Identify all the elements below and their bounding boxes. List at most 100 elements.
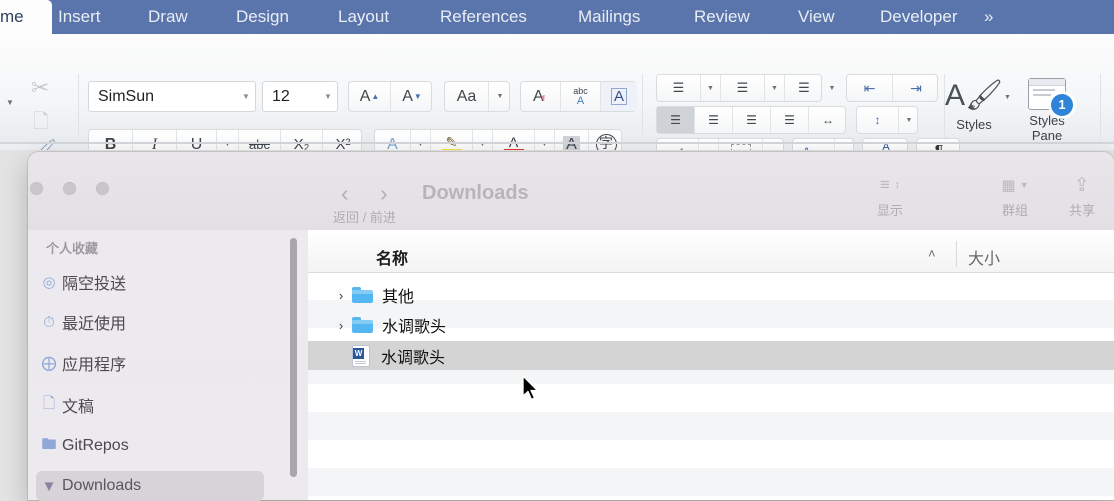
paragraph-shading-button[interactable]: ◢ [657,139,699,150]
tab-view[interactable]: View [798,0,835,34]
clear-formatting-button[interactable]: A ◐ [521,82,561,111]
disclosure-triangle-icon[interactable]: › [330,318,352,333]
view-options-button[interactable]: ≡ ↕ 显示 [860,174,920,219]
text-effects-button[interactable]: A [375,130,411,150]
tab-mailings[interactable]: Mailings [578,0,640,34]
tab-references[interactable]: References [440,0,527,34]
phonetic-guide-button[interactable]: abc A [561,82,601,111]
multilevel-list-button[interactable]: ☰ [785,75,823,101]
back-button[interactable]: ‹ [341,180,349,207]
bold-button[interactable]: B [89,130,133,150]
bullet-list-icon: ☰ [672,80,685,95]
increase-indent-button[interactable]: ⇥ [893,75,939,101]
chevron-down-icon[interactable]: ▼ [237,92,255,101]
column-header-size[interactable]: 大小 [968,245,1000,269]
highlight-caret-icon[interactable]: ▼ [473,130,493,150]
table-row[interactable]: › 其他 [308,281,1114,309]
borders-icon [730,143,751,150]
align-center-button[interactable]: ☰ [695,107,733,133]
applications-icon: ⨁ [41,355,57,372]
row-stripe [308,440,1114,468]
italic-button[interactable]: I [133,130,177,150]
numbered-list-caret-icon[interactable]: ▼ [765,75,785,101]
line-spacing-button[interactable]: ↕ [857,107,899,133]
styles-pane-button[interactable]: 1 Styles Pane [1014,78,1080,143]
asian-layout-button[interactable]: A↔ [793,139,835,150]
bullet-list-button[interactable]: ☰ [657,75,701,101]
sidebar-item-airdrop[interactable]: ◎ 隔空投送 [36,267,264,297]
text-shading-button[interactable]: A [555,130,589,150]
format-painter-icon[interactable]: 🖌 [30,139,57,150]
table-row[interactable]: W 水调歌头 [308,341,1114,370]
underline-button[interactable]: U [177,130,217,150]
text-effects-caret-icon[interactable]: ▼ [411,130,431,150]
nav-label: 返回 / 前进 [333,210,396,225]
tab-layout[interactable]: Layout [338,0,389,34]
share-button[interactable]: ⇪ 共享 [1055,174,1109,219]
tab-overflow-button[interactable]: » [984,0,993,34]
numbered-list-button[interactable]: ☰ [721,75,765,101]
show-formatting-marks-button[interactable]: ¶ [917,139,961,150]
styles-caret-icon[interactable]: ▼ [1004,94,1011,101]
font-color-button[interactable]: A [493,130,535,150]
superscript-button[interactable]: X² [323,130,363,150]
paragraph-shading-caret-icon[interactable]: ▼ [699,139,719,150]
column-header-name[interactable]: 名称 [376,245,408,269]
tab-review[interactable]: Review [694,0,750,34]
sidebar-item-recents[interactable]: ⏱ 最近使用 [36,307,264,337]
highlight-color-button[interactable]: ✎ [431,130,473,150]
group-by-button[interactable]: ▦ ▼ 群组 [985,174,1045,219]
underline-caret-icon[interactable]: ▼ [217,130,239,150]
subscript-button[interactable]: X₂ [281,130,323,150]
character-border-button[interactable]: A [601,82,637,111]
sidebar-item-applications[interactable]: ⨁ 应用程序 [36,348,264,378]
table-row[interactable]: › 水调歌头 [308,311,1114,339]
close-button[interactable] [30,182,43,195]
strikethrough-button[interactable]: abc [239,130,281,150]
tab-home[interactable]: me [0,0,52,34]
sort-button[interactable]: AZ↓ [863,139,909,151]
disclosure-triangle-icon[interactable]: › [330,288,352,303]
change-case-caret-icon[interactable]: ▼ [489,82,511,111]
shrink-font-button[interactable]: A ▼ [391,82,433,111]
tab-design[interactable]: Design [236,0,289,34]
decrease-indent-button[interactable]: ⇤ [847,75,893,101]
zoom-button[interactable] [96,182,109,195]
row-stripe [308,384,1114,412]
chevron-down-icon[interactable]: ▼ [319,92,337,101]
word-application: me Insert Draw Design Layout References … [0,0,1114,150]
forward-button[interactable]: › [380,180,388,207]
borders-caret-icon[interactable]: ▼ [763,139,785,151]
font-size-input[interactable]: 12 ▼ [262,81,338,112]
distribute-button[interactable]: ↔ [809,107,847,133]
file-name: 水调歌头 [382,319,447,336]
bullet-list-caret-icon[interactable]: ▼ [701,75,721,101]
minimize-button[interactable] [63,182,76,195]
sidebar-scrollbar[interactable] [290,238,297,477]
change-case-button[interactable]: Aa [445,82,489,111]
grow-font-button[interactable]: A ▲ [349,82,391,111]
tab-insert[interactable]: Insert [58,0,101,34]
asian-layout-caret-icon[interactable]: ▼ [835,139,855,151]
sort-indicator-icon: ˄ [928,246,936,261]
copy-icon[interactable]: 🗋 [33,107,49,141]
enclose-character-button[interactable]: 字 [589,130,623,150]
sidebar-item-documents[interactable]: 🗋 文稿 [36,390,264,420]
clipboard-caret-icon[interactable]: ▼ [6,99,14,107]
multilevel-list-caret-icon[interactable]: ▼ [822,74,842,102]
justify-button[interactable]: ☰ [771,107,809,133]
align-right-button[interactable]: ☰ [733,107,771,133]
line-spacing-caret-icon[interactable]: ▼ [899,107,919,133]
multilevel-list-icon: ☰ [798,80,810,95]
sidebar-item-gitrepos[interactable]: 🖿 GitRepos [36,431,264,461]
font-family-input[interactable]: SimSun ▼ [88,81,256,112]
align-left-button[interactable]: ☰ [657,107,695,133]
font-color-caret-icon[interactable]: ▼ [535,130,555,150]
sidebar-item-downloads[interactable]: ▼ Downloads [36,471,264,501]
window-controls[interactable] [30,182,109,195]
cut-icon[interactable]: ✂ [31,75,49,101]
styles-button[interactable]: A🖌 Styles [942,78,1006,132]
tab-draw[interactable]: Draw [148,0,188,34]
borders-button[interactable] [719,139,763,150]
tab-developer[interactable]: Developer [880,0,958,34]
